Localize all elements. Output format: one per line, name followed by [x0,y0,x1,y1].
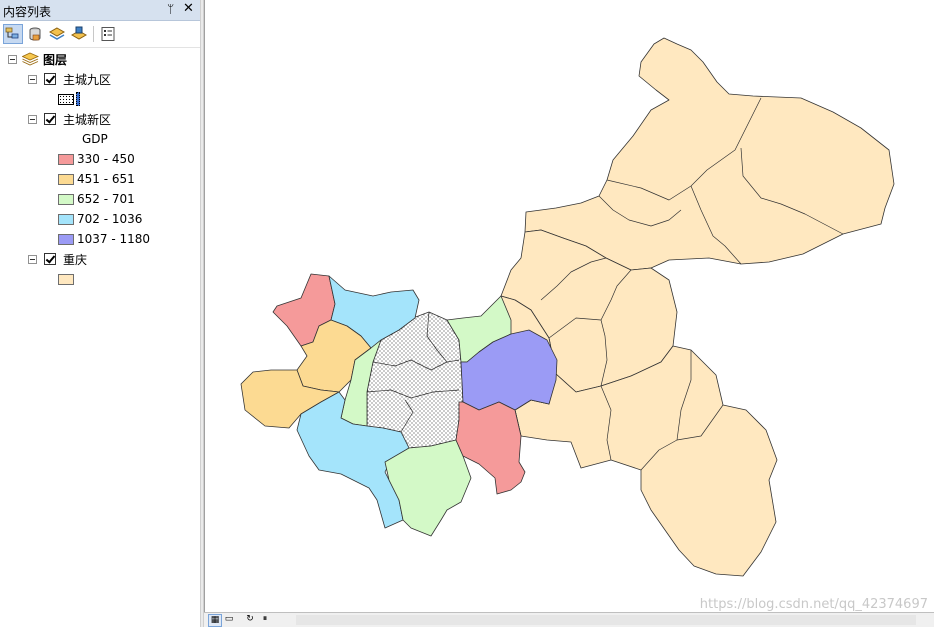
layer-symbol-row [58,270,74,288]
layer-name[interactable]: 主城九区 [63,71,111,88]
toolbar-separator [93,26,94,42]
close-icon[interactable]: ✕ [183,1,194,16]
list-by-selection-icon[interactable] [69,24,89,44]
legend-class-label: 702 - 1036 [77,212,143,226]
collapse-layer-button[interactable] [28,254,37,264]
legend-class-swatch[interactable] [58,173,74,185]
layer-visibility-checkbox[interactable] [44,113,56,125]
map-status-bar: ▦ ▭ ↻ ⏸ [204,612,934,627]
horizontal-scrollbar[interactable] [296,615,916,625]
legend-class-label: 330 - 450 [77,152,135,166]
layer-name[interactable]: 主城新区 [63,111,111,128]
legend-class-swatch[interactable] [58,233,74,245]
map-canvas [240,37,895,577]
legend-field-row: GDP [82,130,108,148]
layers-root-row: 图层 [8,50,67,68]
legend-class-label: 1037 - 1180 [77,232,151,246]
map-view[interactable] [204,0,934,612]
legend-class-swatch[interactable] [58,213,74,225]
layer-row-zhucheng-jiuqu: 主城九区 [28,70,111,88]
text-cursor-marker [76,92,80,106]
legend-class-row: 330 - 450 [58,150,135,168]
layer-visibility-checkbox[interactable] [44,253,56,265]
list-by-visibility-icon[interactable] [47,24,67,44]
region-northeast-chongqing[interactable] [524,37,895,271]
layers-root-label[interactable]: 图层 [43,51,67,68]
collapse-layer-button[interactable] [28,114,37,124]
pause-drawing-icon[interactable]: ⏸ [259,614,271,625]
legend-class-label: 451 - 651 [77,172,135,186]
pin-icon[interactable]: ᛘ [167,2,174,16]
refresh-icon[interactable]: ↻ [244,614,256,625]
table-of-contents-panel: 内容列表 ᛘ ✕ 图层 主城九区 主城新区 GDP 330 - 450 451 … [0,0,200,627]
list-by-drawing-order-icon[interactable] [3,24,23,44]
layout-view-icon[interactable]: ▭ [223,614,235,625]
layer-visibility-checkbox[interactable] [44,73,56,85]
layer-symbol-row [58,90,80,108]
legend-field-label: GDP [82,132,108,146]
layers-icon [22,52,39,66]
chongqing-symbol-swatch[interactable] [58,273,74,285]
legend-class-row: 1037 - 1180 [58,230,150,248]
legend-class-label: 652 - 701 [77,192,135,206]
collapse-layers-button[interactable] [8,54,17,64]
data-view-icon[interactable]: ▦ [208,614,222,627]
legend-class-row: 451 - 651 [58,170,135,188]
watermark-text: https://blog.csdn.net/qq_42374697 [699,597,928,612]
options-icon[interactable] [98,24,118,44]
collapse-layer-button[interactable] [28,74,37,84]
toc-title-bar: 内容列表 ᛘ ✕ [0,0,200,21]
stipple-symbol-swatch[interactable] [58,93,74,105]
toc-toolbar [0,21,200,48]
layer-row-zhucheng-xinqu: 主城新区 [28,110,111,128]
list-by-source-icon[interactable] [25,24,45,44]
layer-row-chongqing: 重庆 [28,250,87,268]
legend-class-swatch[interactable] [58,193,74,205]
legend-class-row: 652 - 701 [58,190,135,208]
toc-title: 内容列表 [3,5,52,19]
layer-name[interactable]: 重庆 [63,251,87,268]
legend-class-swatch[interactable] [58,153,74,165]
legend-class-row: 702 - 1036 [58,210,142,228]
